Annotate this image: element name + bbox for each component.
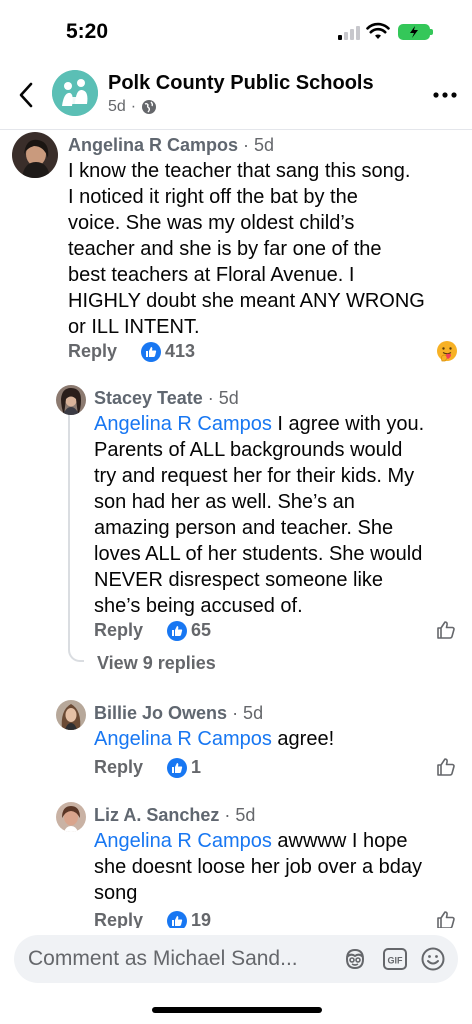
- like-count-value: 65: [191, 620, 212, 640]
- post-header: Polk County Public Schools 5d ·: [0, 58, 472, 130]
- like-badge-icon: [141, 341, 162, 362]
- like-button-icon[interactable]: [436, 910, 456, 930]
- mention-link[interactable]: Angelina R Campos: [94, 830, 272, 852]
- back-chevron-icon[interactable]: [14, 80, 40, 110]
- cellular-signal-icon: [338, 26, 360, 40]
- avatar[interactable]: [56, 385, 86, 415]
- comment-actions: Reply 1: [94, 757, 201, 778]
- comment-line: loves ALL of her students. She would: [94, 543, 423, 565]
- svg-text:GIF: GIF: [388, 956, 404, 966]
- comment-body: Angelina R Campos awwww I hope she doesn…: [94, 828, 470, 906]
- like-count-value: 1: [191, 757, 202, 777]
- thread-connector: [68, 400, 84, 662]
- comment-author[interactable]: Billie Jo Owens: [94, 703, 227, 723]
- comment-text: awwww I hope: [271, 830, 408, 852]
- more-options-icon[interactable]: [432, 90, 458, 100]
- comment-line: try and request her for their kids. My: [94, 465, 415, 487]
- like-button-icon[interactable]: [436, 757, 456, 777]
- meta-separator: ·: [130, 98, 137, 115]
- like-count[interactable]: 65: [167, 620, 211, 641]
- comment-line: son had her as well. She’s an: [94, 491, 355, 513]
- mention-link[interactable]: Angelina R Campos: [94, 728, 272, 750]
- comment-body: Angelina R Campos agree!: [94, 726, 470, 752]
- comment-line: HIGHLY doubt she meant ANY WRONG: [68, 290, 425, 312]
- comment-line: Parents of ALL backgrounds would: [94, 439, 403, 461]
- comment-author[interactable]: Angelina R Campos: [68, 135, 238, 155]
- like-badge-icon: [167, 620, 188, 641]
- like-count-value: 413: [165, 341, 196, 361]
- comment-text: I agree with you.: [271, 413, 425, 435]
- comment-line: voice. She was my oldest child’s: [68, 212, 355, 234]
- page-avatar[interactable]: [52, 70, 98, 116]
- comment-author[interactable]: Stacey Teate: [94, 388, 203, 408]
- view-replies-link[interactable]: View 9 replies: [97, 653, 216, 674]
- page-name[interactable]: Polk County Public Schools: [108, 72, 374, 95]
- comment-line: she’s being accused of.: [94, 595, 303, 617]
- school-logo-icon: [52, 70, 98, 116]
- emoji-icon[interactable]: [420, 946, 446, 972]
- status-time: 5:20: [66, 20, 109, 43]
- comment-age: · 5d: [207, 388, 239, 408]
- like-button-icon[interactable]: [436, 620, 456, 640]
- like-badge-icon: [167, 757, 188, 778]
- comment-line: Angelina R Campos I agree with you.: [94, 411, 470, 437]
- globe-icon: [142, 100, 157, 114]
- avatar-sticker-icon[interactable]: [342, 946, 368, 972]
- comment-actions: Reply 65: [94, 620, 211, 641]
- comment-input[interactable]: Comment as Michael Sand... GIF: [14, 935, 458, 983]
- comment-line: song: [94, 882, 138, 904]
- comment-line: she doesnt loose her job over a bday: [94, 856, 422, 878]
- reply-button[interactable]: Reply: [68, 341, 117, 362]
- post-age: 5d: [108, 98, 126, 115]
- avatar[interactable]: [56, 700, 86, 730]
- comment-line: Angelina R Campos agree!: [94, 726, 470, 752]
- comment-line: or ILL INTENT.: [68, 316, 200, 338]
- comment-age: · 5d: [232, 703, 264, 723]
- post-meta: 5d ·: [108, 98, 157, 116]
- comment-line: teacher and she is by far one of the: [68, 238, 382, 260]
- comment-author[interactable]: Liz A. Sanchez: [94, 805, 219, 825]
- comment-age: · 5d: [224, 805, 256, 825]
- reply-button[interactable]: Reply: [94, 757, 143, 778]
- comment-text: agree!: [271, 728, 335, 750]
- comment-line: Angelina R Campos awwww I hope: [94, 828, 470, 854]
- comment-line: amazing person and teacher. She: [94, 517, 394, 539]
- mention-link[interactable]: Angelina R Campos: [94, 413, 272, 435]
- gif-icon[interactable]: GIF: [382, 946, 408, 972]
- comment-line: best teachers at Floral Avenue. I: [68, 264, 355, 286]
- comment-line: I know the teacher that sang this song.: [68, 160, 411, 182]
- comment-body: Angelina R Campos I agree with you. Pare…: [94, 411, 470, 619]
- like-count[interactable]: 413: [141, 341, 195, 362]
- reply-button[interactable]: Reply: [94, 620, 143, 641]
- comment-actions: Reply 413: [68, 341, 195, 362]
- comment-body: I know the teacher that sang this song. …: [68, 158, 468, 340]
- comment-age: · 5d: [243, 135, 275, 155]
- avatar[interactable]: [12, 132, 58, 178]
- battery-charging-icon: [398, 24, 433, 40]
- care-emoji-icon[interactable]: [436, 340, 458, 362]
- comment-line: NEVER disrespect someone like: [94, 569, 384, 591]
- comment-input-placeholder: Comment as Michael Sand...: [28, 947, 298, 970]
- status-bar: 5:20: [0, 0, 472, 58]
- avatar[interactable]: [56, 802, 86, 832]
- like-count[interactable]: 1: [167, 757, 201, 778]
- comment-line: I noticed it right off the bat by the: [68, 186, 358, 208]
- home-indicator[interactable]: [152, 1007, 322, 1013]
- wifi-icon: [366, 22, 390, 39]
